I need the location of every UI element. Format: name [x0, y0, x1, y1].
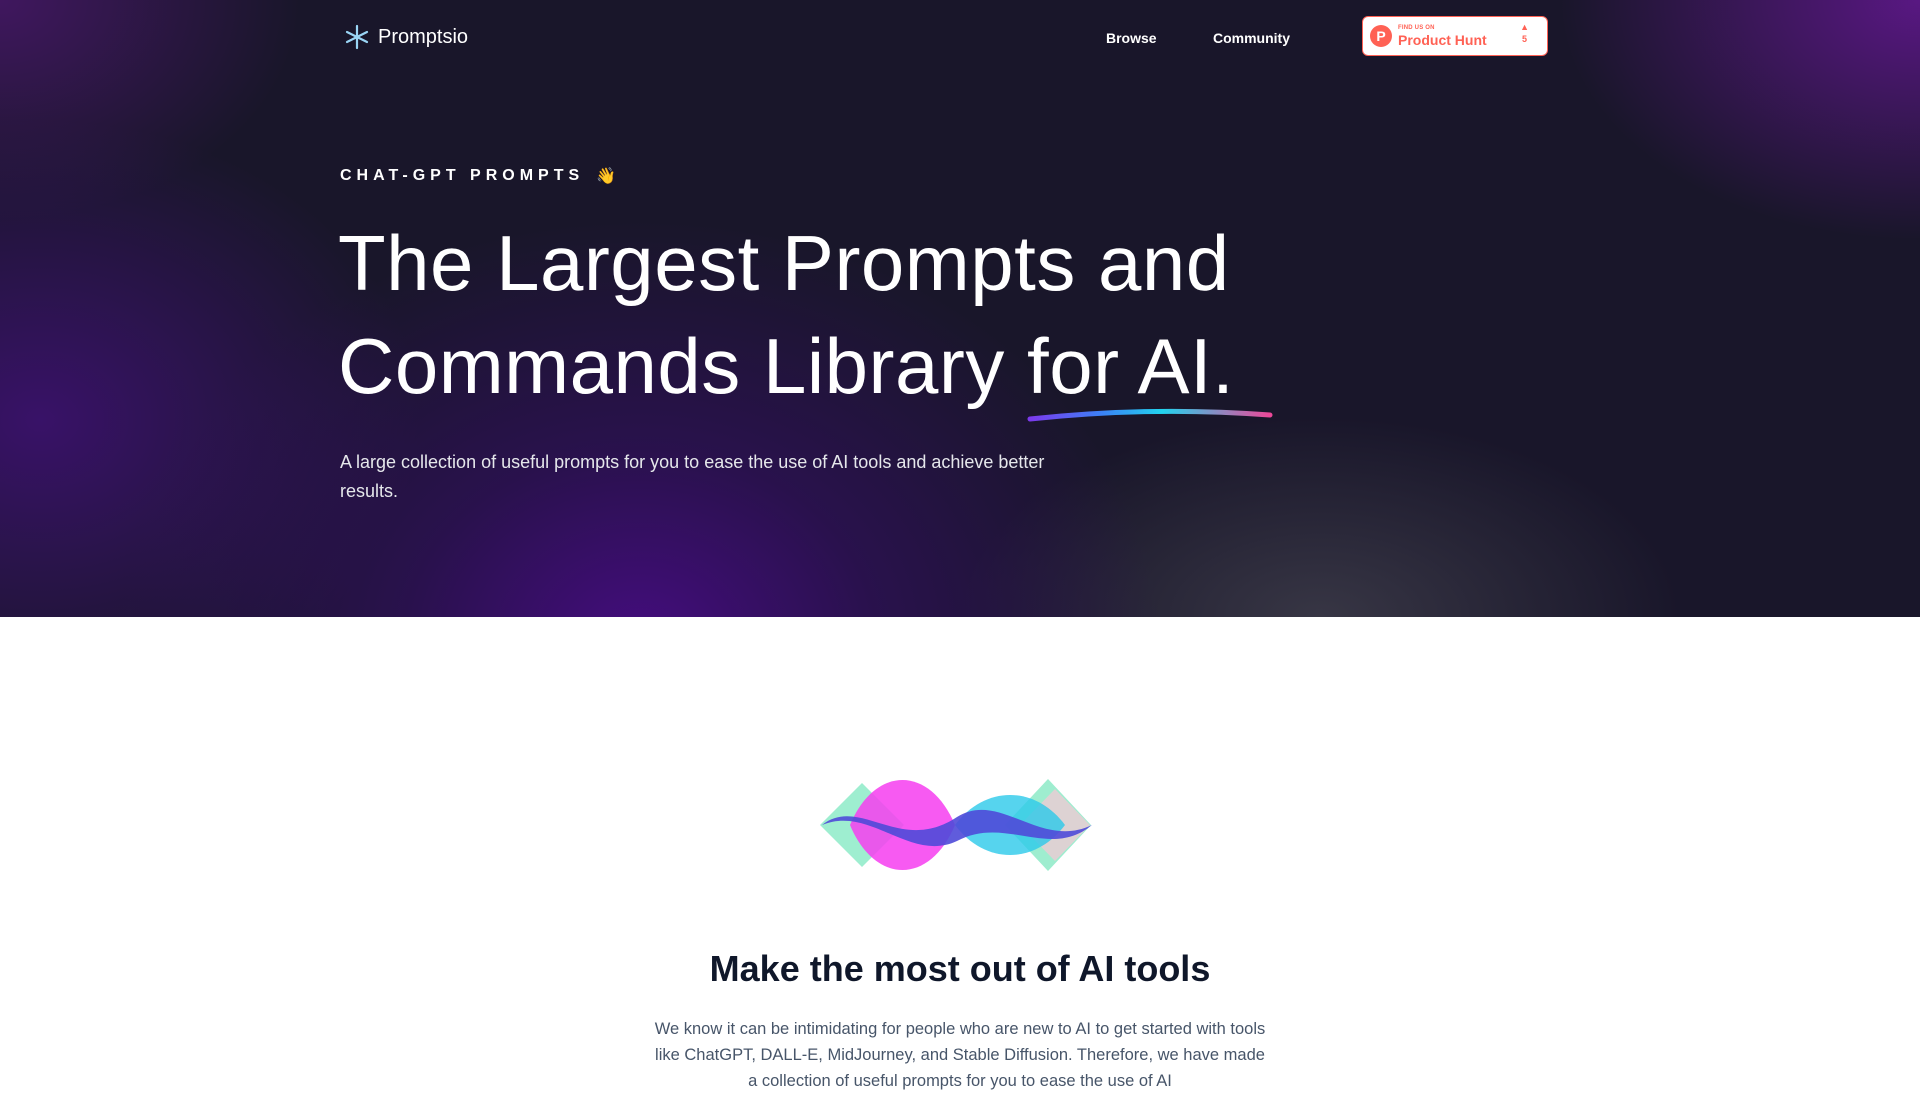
brand-name: Promptsio: [378, 25, 469, 48]
feature-description: We know it can be intimidating for peopl…: [654, 1020, 1266, 1090]
brand-logo-link[interactable]: Promptsio: [344, 24, 468, 50]
product-hunt-small-text: FIND US ON: [1398, 25, 1435, 31]
upvote-triangle-icon: ▲: [1520, 22, 1529, 32]
waving-hand-icon: 👋: [596, 168, 617, 185]
vote-count: 5: [1522, 34, 1528, 44]
hero-title-line-2: Commands Library for AI.: [338, 322, 1235, 410]
product-hunt-badge[interactable]: P FIND US ON Product Hunt ▲ 5: [1362, 16, 1548, 56]
product-hunt-text: FIND US ON Product Hunt: [1398, 25, 1487, 47]
hero-title-line-1: The Largest Prompts and: [338, 219, 1230, 307]
hero-section: Promptsio Browse Community P FIND US ON …: [0, 0, 1920, 617]
hero-eyebrow: CHAT-GPT PROMPTS 👋: [340, 166, 616, 186]
gradient-underline-decoration: [1027, 408, 1273, 422]
ai-wave-illustration: [820, 779, 1092, 871]
nav-community-link[interactable]: Community: [1213, 30, 1290, 46]
product-hunt-logo-icon: P: [1370, 25, 1392, 47]
feature-title: Make the most out of AI tools: [709, 948, 1211, 989]
hero-title: The Largest Prompts and Commands Library…: [338, 212, 1338, 418]
hero-subtitle: A large collection of useful prompts for…: [340, 452, 1045, 501]
top-nav: Promptsio Browse Community P FIND US ON …: [340, 16, 1548, 56]
sparkle-star-icon: [345, 24, 369, 50]
eyebrow-text: CHAT-GPT PROMPTS: [340, 167, 585, 184]
nav-browse-link[interactable]: Browse: [1106, 30, 1157, 46]
product-hunt-name: Product Hunt: [1398, 32, 1487, 48]
product-hunt-votes: ▲ 5: [1520, 23, 1529, 44]
